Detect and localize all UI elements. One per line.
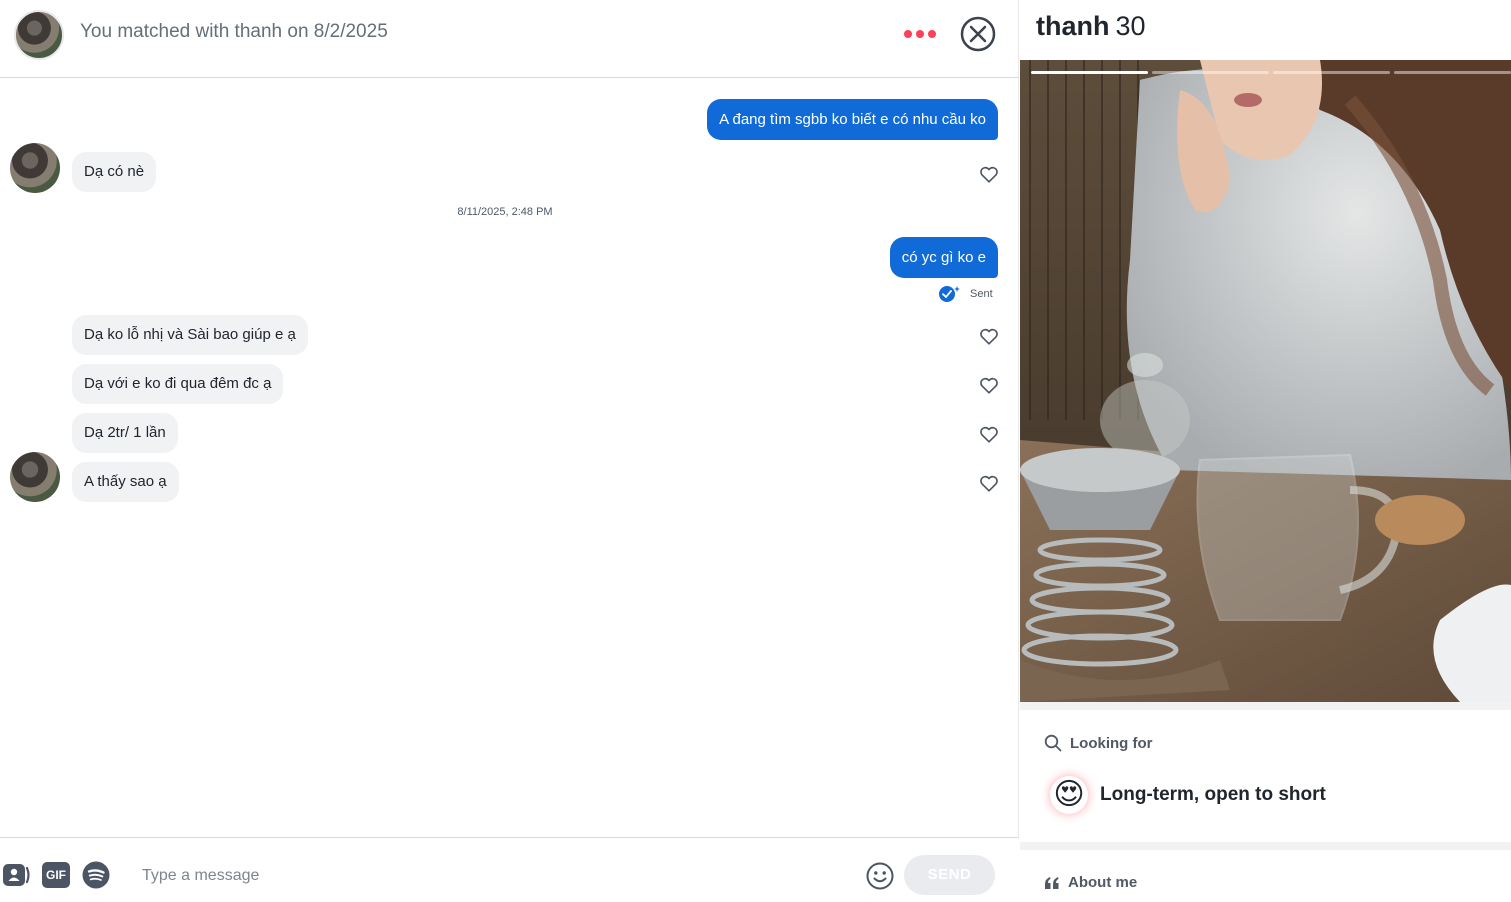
heart-icon[interactable] [978, 325, 1000, 347]
gif-button[interactable]: GIF [42, 862, 70, 888]
sender-avatar[interactable] [10, 452, 60, 502]
sent-status: Sent [938, 285, 993, 303]
sent-status-label: Sent [970, 288, 993, 300]
photo-indicator[interactable] [1152, 71, 1269, 74]
send-button[interactable]: SEND [904, 855, 995, 895]
profile-photo-image [1020, 60, 1511, 702]
message-incoming[interactable]: Dạ với e ko đi qua đêm đc ạ [72, 364, 284, 404]
sent-check-icon [939, 286, 960, 302]
looking-for-text: Long-term, open to short [1100, 784, 1326, 805]
profile-name: thanh [1036, 11, 1110, 41]
emoji-icon[interactable] [865, 861, 895, 891]
close-icon[interactable] [959, 15, 997, 53]
about-me-header: About me [1044, 874, 1137, 891]
match-avatar[interactable] [14, 10, 64, 60]
heart-icon[interactable] [978, 472, 1000, 494]
looking-for-value: 😍 Long-term, open to short [1050, 776, 1326, 814]
message-outgoing[interactable]: có yc gì ko e [889, 237, 998, 278]
more-options-button[interactable] [904, 26, 940, 42]
app: You matched with thanh on 8/2/2025 A đan… [0, 0, 1511, 902]
sender-avatar[interactable] [10, 143, 60, 193]
message-incoming[interactable]: Dạ ko lỗ nhị và Sài bao giúp e ạ [72, 315, 308, 355]
about-me-label: About me [1068, 874, 1138, 891]
photo-indicator[interactable] [1394, 71, 1511, 74]
profile-age: 30 [1115, 11, 1146, 41]
profile-header: thanh 30 [1020, 0, 1511, 60]
profile-photo[interactable] [1020, 60, 1511, 702]
about-me-card: About me [1020, 850, 1511, 902]
match-info-text: You matched with thanh on 8/2/2025 [80, 21, 388, 42]
chat-panel: You matched with thanh on 8/2/2025 A đan… [0, 0, 1019, 902]
message-composer: GIF SEND [0, 837, 1019, 902]
message-incoming[interactable]: Dạ 2tr/ 1 lần [72, 413, 178, 453]
message-incoming[interactable]: Dạ có nè [72, 152, 157, 192]
message-input[interactable] [130, 856, 850, 896]
profile-name-age: thanh 30 [1036, 11, 1146, 42]
quote-icon [1045, 876, 1059, 889]
contact-card-icon[interactable] [2, 861, 30, 889]
looking-for-label: Looking for [1070, 734, 1153, 752]
heart-icon[interactable] [978, 163, 1000, 185]
message-outgoing[interactable]: A đang tìm sgbb ko biết e có nhu cầu ko [707, 99, 998, 140]
more-icon [904, 30, 912, 38]
spotify-icon[interactable] [82, 861, 110, 889]
photo-pagination [1031, 71, 1511, 75]
message-incoming[interactable]: A thấy sao ạ [72, 462, 179, 502]
profile-panel: thanh 30 Looking for 😍 Long-term, open t… [1020, 0, 1511, 902]
search-icon [1044, 734, 1062, 752]
looking-for-card: Looking for 😍 Long-term, open to short [1020, 710, 1511, 842]
photo-indicator[interactable] [1273, 71, 1390, 74]
heart-icon[interactable] [978, 374, 1000, 396]
message-timestamp: 8/11/2025, 2:48 PM [457, 206, 553, 218]
heart-eyes-emoji: 😍 [1050, 776, 1088, 814]
looking-for-header: Looking for [1044, 734, 1153, 752]
chat-header: You matched with thanh on 8/2/2025 [0, 0, 1019, 78]
heart-icon[interactable] [978, 423, 1000, 445]
photo-indicator[interactable] [1031, 71, 1148, 74]
